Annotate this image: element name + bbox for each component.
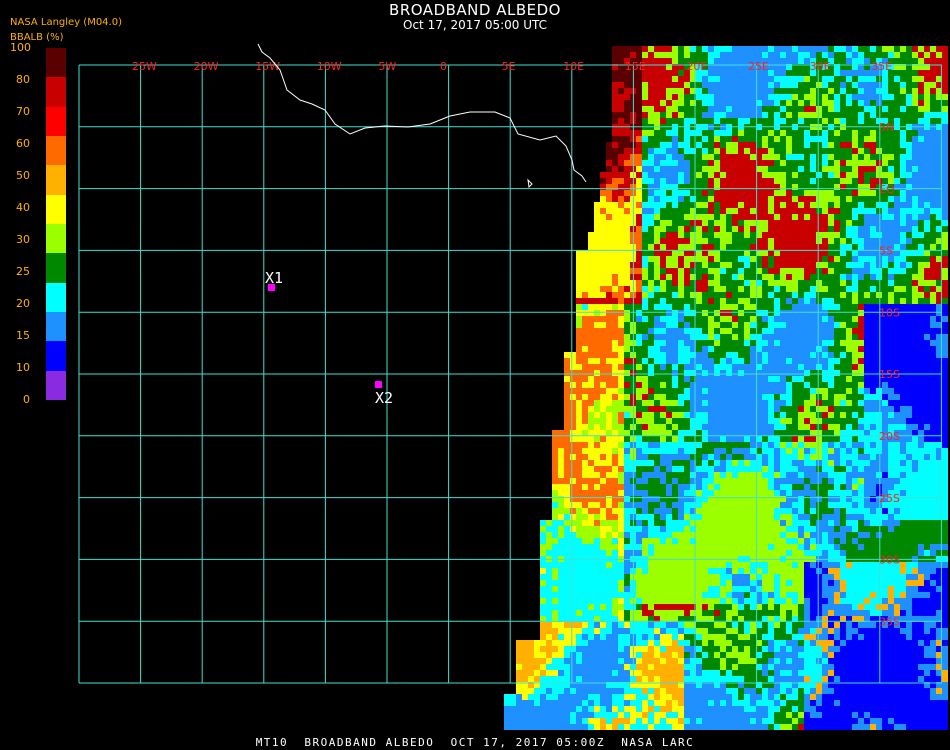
legend-tick-label: 10 [16,361,30,374]
latitude-label: 25S [879,492,900,505]
legend-swatch [46,312,66,342]
map-title: BROADBAND ALBEDO [389,1,561,19]
footer-caption: MT10 BROADBAND ALBEDO OCT 17, 2017 05:00… [255,736,695,749]
site-markers: X1 X2 [265,269,393,407]
legend-swatch [46,165,66,196]
longitude-label: 20W [194,60,219,73]
legend-tick-label: 25 [16,265,30,278]
legend-swatch [46,194,66,225]
legend-swatch [46,341,66,372]
legend-swatch [46,253,66,284]
legend-tick-label: 40 [16,201,30,214]
legend-tick-label: 50 [16,169,30,182]
latitude-label: 10S [879,306,900,319]
marker-x2-label: X2 [375,389,393,407]
longitude-label: 25W [132,60,157,73]
legend-tick-label: 100 [10,41,31,54]
longitude-label: 30E [810,60,831,73]
legend-swatch [46,106,66,137]
latitude-label: 35S [879,615,900,628]
longitude-label: 10E [563,60,584,73]
legend-swatch [46,77,66,108]
legend-tick-label: 70 [16,105,30,118]
legend-swatch [46,370,66,401]
legend-tick-label: 20 [16,297,30,310]
legend-swatch [46,282,66,313]
latitude-label: 30S [879,554,900,567]
legend-swatch [46,224,66,254]
longitude-label: 25E [748,60,769,73]
marker-x1-label: X1 [265,269,283,287]
longitude-label: 20E [686,60,707,73]
longitude-label: 10W [317,60,342,73]
legend-tick-label: 30 [16,233,30,246]
longitude-label: 15E [625,60,646,73]
legend-tick-label: 80 [16,73,30,86]
agency-label: NASA Langley (M04.0) [10,17,122,28]
legend-tick-label: 15 [16,329,30,342]
latitude-label: 5N [879,121,894,134]
color-legend: 100 80 70 60 50 40 30 25 20 15 10 0 [10,41,66,406]
legend-tick-label: 0 [23,393,30,406]
latitude-label: EQ [879,183,895,196]
marker-x2[interactable] [375,381,382,388]
latitude-label: 15S [879,368,900,381]
longitude-label: 0 [440,60,447,73]
latitude-label: 5S [879,245,893,258]
longitude-label: 5E [502,60,516,73]
latitude-label: 20S [879,430,900,443]
longitude-label: 35E [871,60,892,73]
albedo-map: 25W 20W 15W 10W 5W 0 5E 10E 15E 20E 25E 30E 35E5NEQ5… [78,43,948,730]
coastline-island [527,178,533,189]
longitude-label: 5W [378,60,396,73]
legend-swatch [46,136,66,166]
map-timestamp: Oct 17, 2017 05:00 UTC [403,18,547,32]
legend-swatch [46,48,66,78]
legend-tick-label: 60 [16,137,30,150]
